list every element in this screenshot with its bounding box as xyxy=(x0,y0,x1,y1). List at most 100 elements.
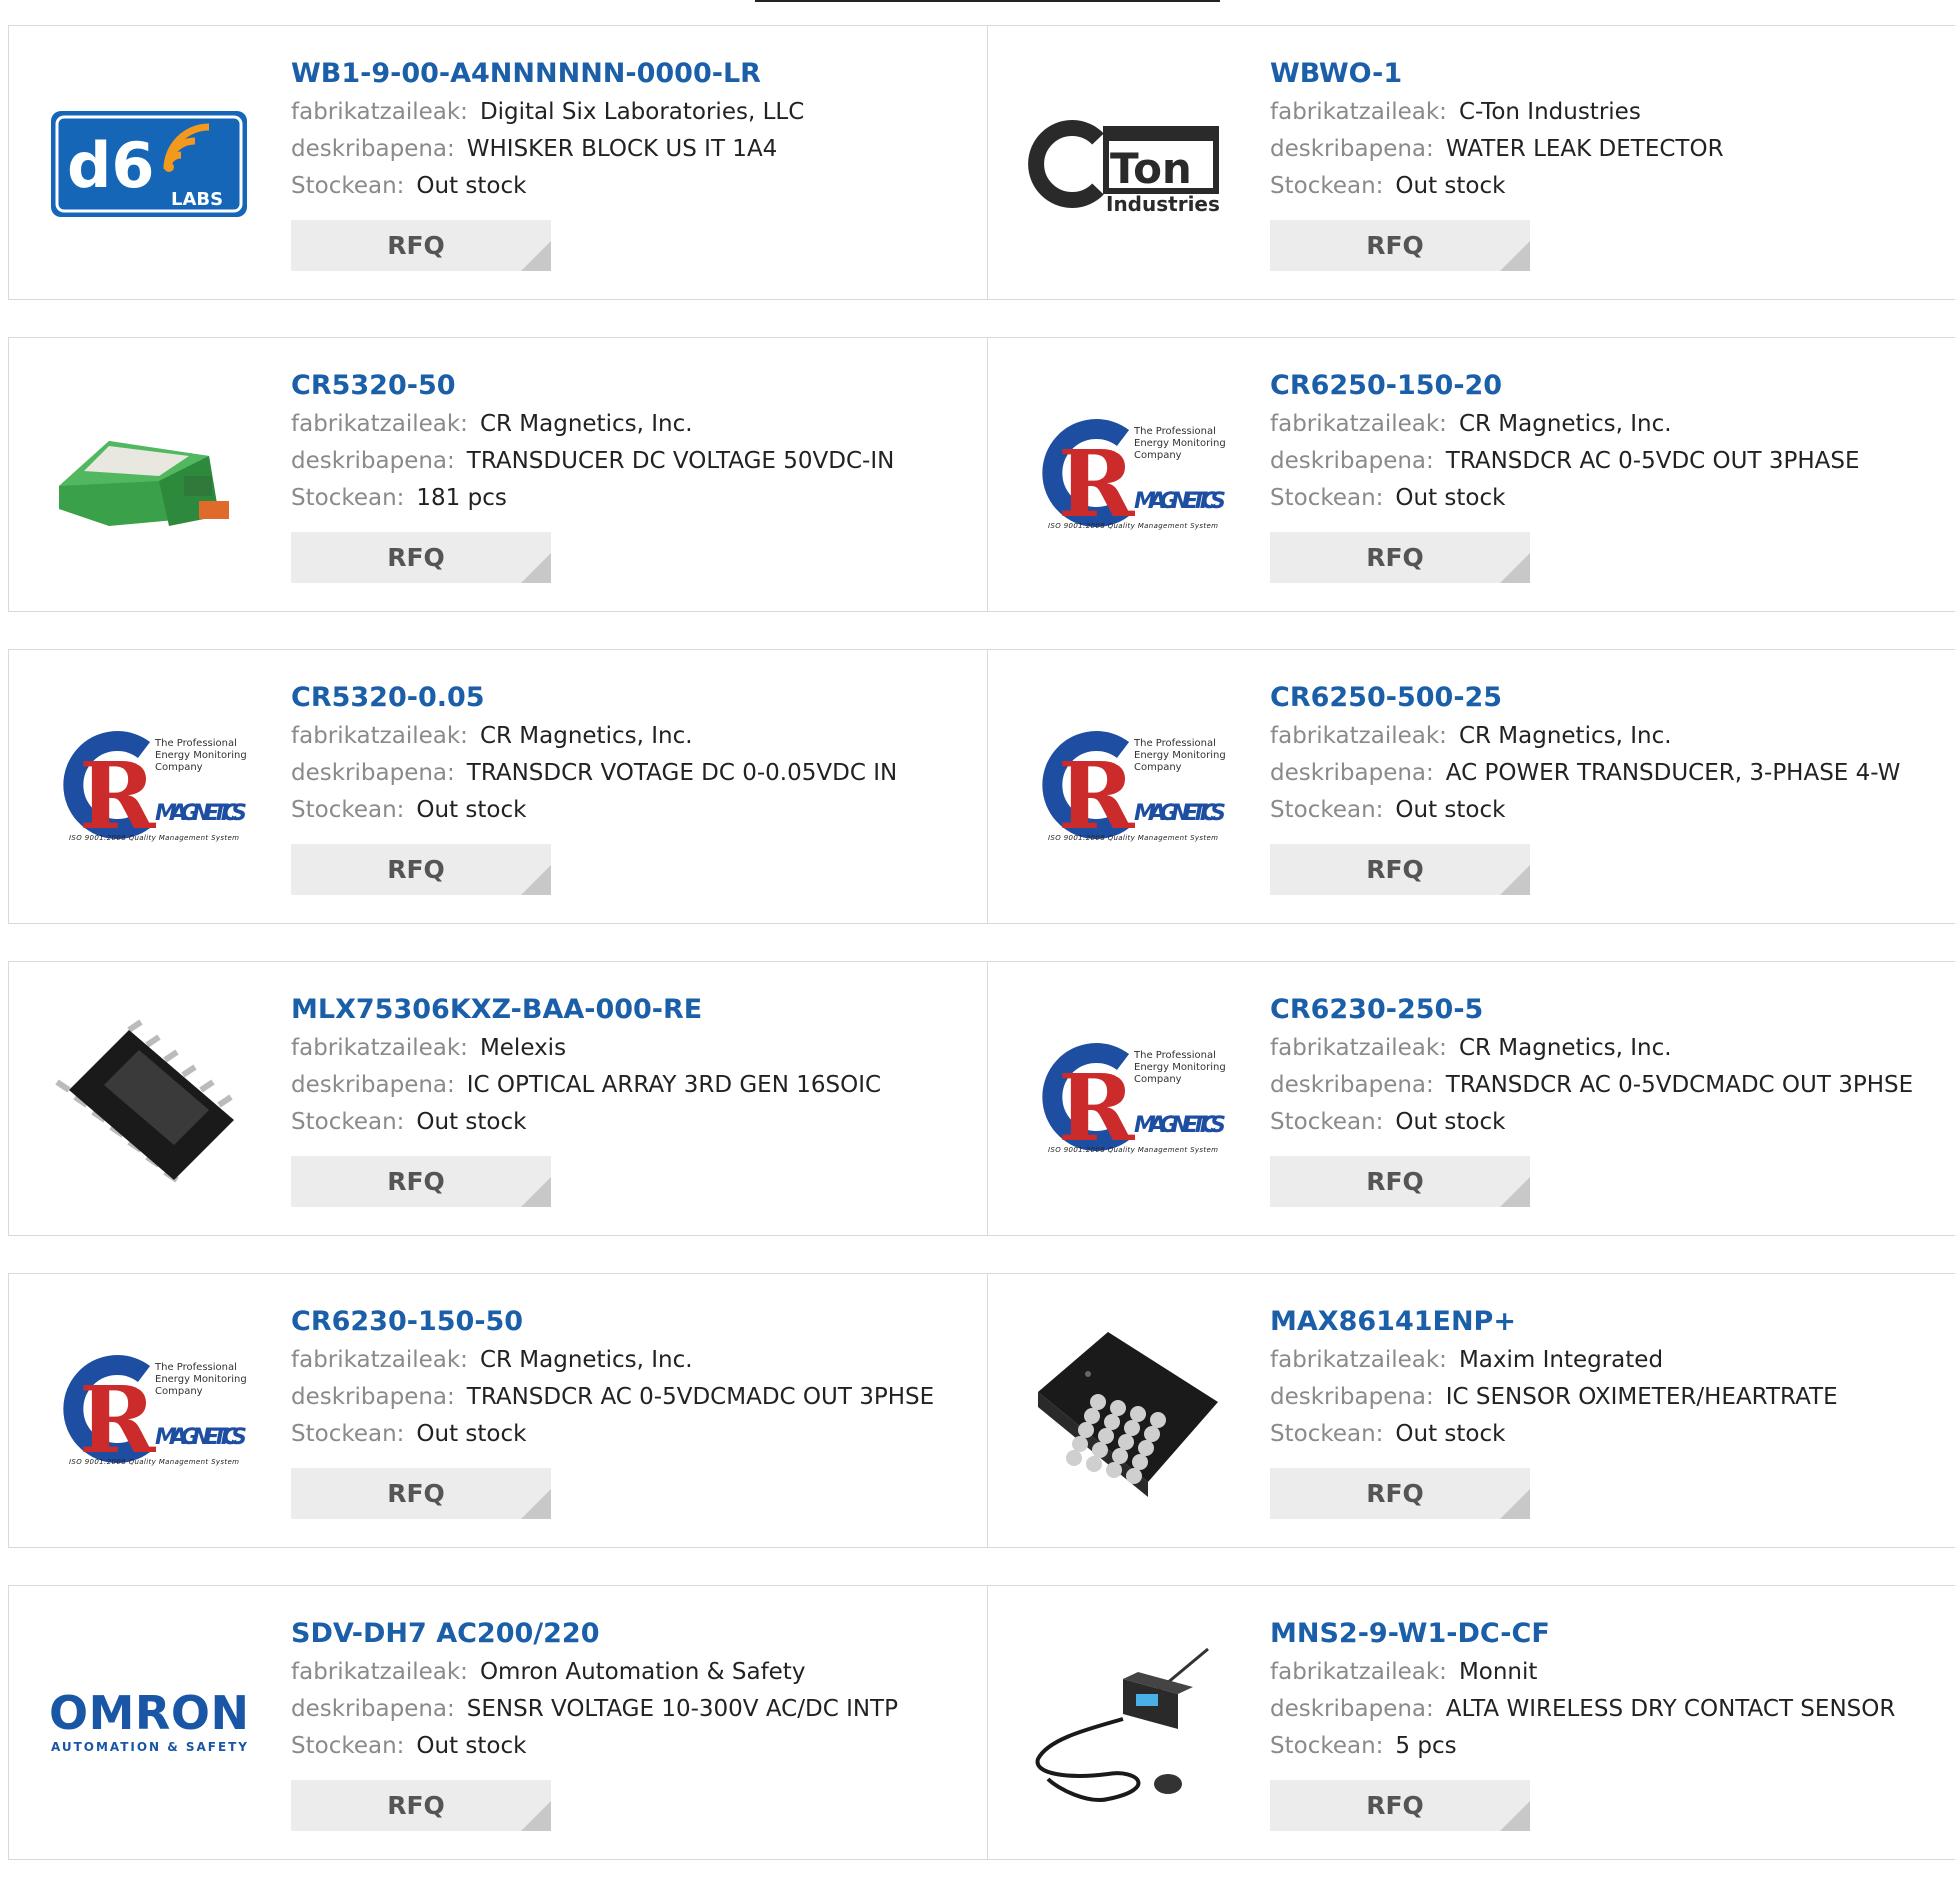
rfq-button[interactable]: RFQ xyxy=(1270,1780,1530,1831)
svg-text:MAGNETICS: MAGNETICS xyxy=(155,1425,247,1450)
description-label: deskribapena: xyxy=(1270,448,1434,474)
stock-label: Stockean: xyxy=(291,1109,405,1135)
stock-label: Stockean: xyxy=(291,1421,405,1447)
rfq-button[interactable]: RFQ xyxy=(1270,1156,1530,1207)
cr-magnetics-logo: R The Professional Energy Monitoring Com… xyxy=(1042,1043,1226,1160)
manufacturer-logo[interactable]: OMRON AUTOMATION & SAFETY xyxy=(49,1624,249,1824)
svg-text:Company: Company xyxy=(1134,762,1182,773)
product-row: OMRON AUTOMATION & SAFETY SDV-DH7 AC200/… xyxy=(8,1585,1955,1860)
part-number-link[interactable]: WB1-9-00-A4NNNNNN-0000-LR xyxy=(291,54,804,94)
part-number-link[interactable]: SDV-DH7 AC200/220 xyxy=(291,1614,898,1654)
manufacturer-logo[interactable] xyxy=(49,376,249,576)
stock-value: Out stock xyxy=(1395,485,1506,511)
manufacturer-line: fabrikatzaileak: Maxim Integrated xyxy=(1270,1342,1838,1379)
svg-text:Energy Monitoring: Energy Monitoring xyxy=(1134,438,1226,449)
stock-line: Stockean: Out stock xyxy=(291,168,804,205)
description-value: TRANSDCR AC 0-5VDC OUT 3PHASE xyxy=(1445,448,1860,474)
product-info: WB1-9-00-A4NNNNNN-0000-LR fabrikatzailea… xyxy=(291,54,804,271)
stock-value: Out stock xyxy=(1395,173,1506,199)
manufacturer-logo[interactable]: d6 LABS xyxy=(49,64,249,264)
manufacturer-logo[interactable]: R The Professional Energy Monitoring Com… xyxy=(1028,376,1228,576)
product-card: CR5320-50 fabrikatzaileak: CR Magnetics, … xyxy=(9,338,988,611)
manufacturer-logo[interactable]: Ton Industries xyxy=(1028,64,1228,264)
rfq-label: RFQ xyxy=(387,1479,445,1508)
manufacturer-logo[interactable] xyxy=(49,1000,249,1200)
description-line: deskribapena: SENSR VOLTAGE 10-300V AC/DC… xyxy=(291,1691,898,1728)
manufacturer-value: Maxim Integrated xyxy=(1458,1347,1664,1373)
part-number-link[interactable]: MAX86141ENP+ xyxy=(1270,1302,1838,1342)
part-number-link[interactable]: CR5320-0.05 xyxy=(291,678,897,718)
stock-label: Stockean: xyxy=(291,173,405,199)
manufacturer-logo[interactable] xyxy=(1028,1624,1228,1824)
rfq-button[interactable]: RFQ xyxy=(291,1156,551,1207)
rfq-label: RFQ xyxy=(1366,1791,1424,1820)
svg-text:Ton: Ton xyxy=(1110,144,1192,193)
description-label: deskribapena: xyxy=(291,1072,455,1098)
product-info: CR6230-150-50 fabrikatzaileak: CR Magneti… xyxy=(291,1302,934,1519)
part-number-link[interactable]: CR6250-150-20 xyxy=(1270,366,1860,406)
product-info: MNS2-9-W1-DC-CF fabrikatzaileak: Monnit d… xyxy=(1270,1614,1895,1831)
stock-line: Stockean: Out stock xyxy=(291,1104,881,1141)
manufacturer-logo[interactable]: R The Professional Energy Monitoring Com… xyxy=(1028,688,1228,888)
description-label: deskribapena: xyxy=(1270,1072,1434,1098)
svg-text:Energy Monitoring: Energy Monitoring xyxy=(155,1374,247,1385)
part-number-link[interactable]: MLX75306KXZ-BAA-000-RE xyxy=(291,990,881,1030)
stock-line: Stockean: Out stock xyxy=(1270,168,1724,205)
part-number-link[interactable]: CR5320-50 xyxy=(291,366,894,406)
manufacturer-logo[interactable]: R The Professional Energy Monitoring Com… xyxy=(1028,1000,1228,1200)
svg-text:The Professional: The Professional xyxy=(154,738,237,749)
description-line: deskribapena: WATER LEAK DETECTOR xyxy=(1270,131,1724,168)
stock-line: Stockean: Out stock xyxy=(1270,792,1900,829)
rfq-button[interactable]: RFQ xyxy=(1270,1468,1530,1519)
part-number-link[interactable]: CR6230-250-5 xyxy=(1270,990,1913,1030)
svg-text:ISO 9001:2008 Quality Manageme: ISO 9001:2008 Quality Management System xyxy=(1048,522,1218,530)
manufacturer-label: fabrikatzaileak: xyxy=(1270,1035,1447,1061)
stock-value: Out stock xyxy=(416,797,527,823)
svg-text:The Professional: The Professional xyxy=(154,1362,237,1373)
stock-value: Out stock xyxy=(416,1109,527,1135)
stock-line: Stockean: 5 pcs xyxy=(1270,1728,1895,1765)
svg-text:Company: Company xyxy=(1134,450,1182,461)
rfq-button[interactable]: RFQ xyxy=(291,220,551,271)
product-info: MLX75306KXZ-BAA-000-RE fabrikatzaileak: M… xyxy=(291,990,881,1207)
rfq-button[interactable]: RFQ xyxy=(291,844,551,895)
product-info: SDV-DH7 AC200/220 fabrikatzaileak: Omron … xyxy=(291,1614,898,1831)
rfq-corner-decoration xyxy=(521,1801,551,1831)
svg-text:MAGNETICS: MAGNETICS xyxy=(1134,801,1226,826)
part-number-link[interactable]: MNS2-9-W1-DC-CF xyxy=(1270,1614,1895,1654)
description-line: deskribapena: IC SENSOR OXIMETER/HEARTRAT… xyxy=(1270,1379,1838,1416)
part-number-link[interactable]: WBWO-1 xyxy=(1270,54,1724,94)
rfq-button[interactable]: RFQ xyxy=(1270,844,1530,895)
rfq-button[interactable]: RFQ xyxy=(1270,220,1530,271)
part-number-link[interactable]: CR6230-150-50 xyxy=(291,1302,934,1342)
manufacturer-value: CR Magnetics, Inc. xyxy=(1458,723,1672,749)
product-grid: d6 LABS WB1-9-00-A4NNNNNN-0000-LR fabrik… xyxy=(8,25,1955,1897)
rfq-label: RFQ xyxy=(387,543,445,572)
rfq-button[interactable]: RFQ xyxy=(291,1780,551,1831)
manufacturer-logo[interactable] xyxy=(1028,1312,1228,1512)
rfq-button[interactable]: RFQ xyxy=(291,532,551,583)
rfq-button[interactable]: RFQ xyxy=(291,1468,551,1519)
part-number-link[interactable]: CR6250-500-25 xyxy=(1270,678,1900,718)
rfq-corner-decoration xyxy=(521,865,551,895)
stock-value: Out stock xyxy=(416,1733,527,1759)
cr-magnetics-logo: R The Professional Energy Monitoring Com… xyxy=(1042,419,1226,536)
manufacturer-label: fabrikatzaileak: xyxy=(1270,411,1447,437)
manufacturer-logo[interactable]: R The Professional Energy Monitoring Com… xyxy=(49,1312,249,1512)
rfq-label: RFQ xyxy=(387,231,445,260)
description-label: deskribapena: xyxy=(1270,1696,1434,1722)
manufacturer-logo[interactable]: R The Professional Energy Monitoring Com… xyxy=(49,688,249,888)
rfq-label: RFQ xyxy=(1366,231,1424,260)
svg-text:The Professional: The Professional xyxy=(1133,1050,1216,1061)
manufacturer-line: fabrikatzaileak: Monnit xyxy=(1270,1654,1895,1691)
manufacturer-value: CR Magnetics, Inc. xyxy=(479,411,693,437)
description-value: AC POWER TRANSDUCER, 3-PHASE 4-W xyxy=(1445,760,1901,786)
stock-line: Stockean: Out stock xyxy=(1270,1104,1913,1141)
product-info: MAX86141ENP+ fabrikatzaileak: Maxim Integ… xyxy=(1270,1302,1838,1519)
rfq-button[interactable]: RFQ xyxy=(1270,532,1530,583)
product-card: R The Professional Energy Monitoring Com… xyxy=(988,650,1955,923)
svg-text:R: R xyxy=(1058,742,1135,848)
manufacturer-line: fabrikatzaileak: CR Magnetics, Inc. xyxy=(1270,406,1860,443)
manufacturer-line: fabrikatzaileak: CR Magnetics, Inc. xyxy=(291,718,897,755)
svg-text:Company: Company xyxy=(155,1386,203,1397)
